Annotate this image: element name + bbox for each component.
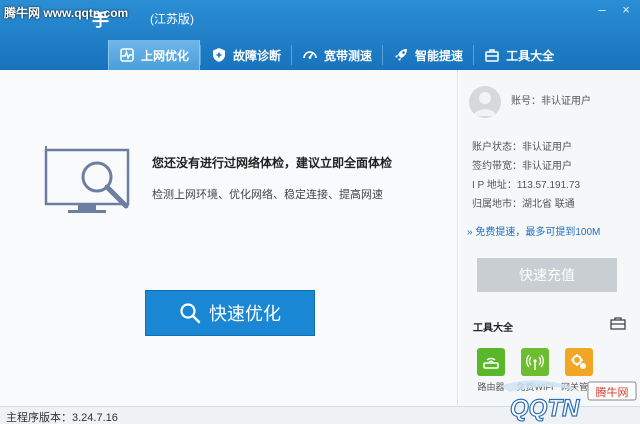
quick-recharge-button[interactable]: 快速充值	[477, 258, 617, 292]
account-name: 账号：非认证用户	[511, 96, 591, 107]
info-label: 归属地市：	[472, 199, 522, 210]
info-row-region: 归属地市：湖北省 联通	[472, 195, 580, 214]
free-boost-link[interactable]: » 免费提速，最多可提到100M	[467, 223, 600, 238]
info-value: 湖北省 联通	[522, 199, 575, 210]
quick-optimize-button[interactable]: 快速优化	[145, 290, 315, 336]
watermark-tag: 腾牛网	[596, 385, 629, 399]
tab-label: 工具大全	[506, 48, 555, 63]
main-panel: 您还没有进行过网络体检，建议立即全面体检 检测上网环境、优化网络、稳定连接、提高…	[0, 70, 458, 406]
watermark-logo: QQTN 腾牛网	[500, 380, 637, 423]
info-value: 非认证用户	[522, 142, 572, 153]
tab-network-optimize[interactable]: 上网优化	[108, 40, 201, 70]
info-row-status: 账户状态：非认证用户	[472, 138, 580, 157]
avatar[interactable]	[469, 86, 501, 118]
window-controls: – ×	[594, 2, 634, 18]
account-sidebar: 账号：非认证用户 账户状态：非认证用户 签约带宽：非认证用户 I P 地址：11…	[459, 70, 640, 406]
tab-label: 故障诊断	[233, 48, 282, 63]
checkup-headline: 您还没有进行过网络体检，建议立即全面体检	[152, 156, 393, 170]
info-label: I P 地址：	[472, 180, 517, 191]
tab-label: 宽带测速	[324, 48, 373, 63]
info-label: 账户状态：	[472, 142, 522, 153]
tab-label: 上网优化	[141, 48, 190, 63]
search-icon	[180, 303, 201, 324]
info-value: 113.57.191.73	[516, 180, 581, 191]
tools-section-title: 工具大全	[473, 323, 513, 334]
minimize-button[interactable]: –	[594, 2, 610, 18]
wifi-signal-icon	[521, 348, 549, 376]
app-title: 手	[92, 11, 110, 30]
speedometer-icon	[303, 51, 317, 59]
close-button[interactable]: ×	[618, 2, 634, 18]
account-info-list: 账户状态：非认证用户 签约带宽：非认证用户 I P 地址：113.57.191.…	[472, 138, 580, 214]
main-tabs: 上网优化 故障诊断 宽带测速 智能提速 工具大全	[108, 40, 564, 70]
toolbox-icon[interactable]	[610, 316, 626, 330]
info-row-ip: I P 地址：113.57.191.73	[472, 176, 580, 195]
tab-fault-diagnosis[interactable]: 故障诊断	[201, 40, 291, 70]
monitor-magnifier-illustration	[44, 146, 130, 213]
shield-plus-icon	[213, 48, 226, 62]
user-silhouette-icon	[474, 92, 496, 116]
router-icon	[477, 348, 505, 376]
tab-smart-boost[interactable]: 智能提速	[383, 40, 473, 70]
info-value: 非认证用户	[522, 161, 572, 172]
watermark-brand: QQTN	[510, 395, 580, 422]
version-text: 主程序版本：3.24.7.16	[6, 412, 118, 424]
toolbox-icon	[485, 49, 499, 62]
wifi-pulse-icon	[120, 48, 134, 62]
info-row-bandwidth: 签约带宽：非认证用户	[472, 157, 580, 176]
rocket-icon	[395, 49, 408, 61]
tab-toolbox[interactable]: 工具大全	[474, 40, 564, 70]
app-edition: (江苏版)	[150, 12, 194, 26]
gateway-gear-icon	[565, 348, 593, 376]
info-label: 签约带宽：	[472, 161, 522, 172]
checkup-description: 检测上网环境、优化网络、稳定连接、提高网速	[152, 189, 383, 201]
tab-speed-test[interactable]: 宽带测速	[292, 40, 382, 70]
quick-optimize-label: 快速优化	[209, 304, 281, 324]
title-bar: 腾牛网 www.qqtn.com 手 (江苏版) – × 上网优化 故障诊断 宽…	[0, 0, 640, 70]
tab-label: 智能提速	[415, 48, 464, 63]
